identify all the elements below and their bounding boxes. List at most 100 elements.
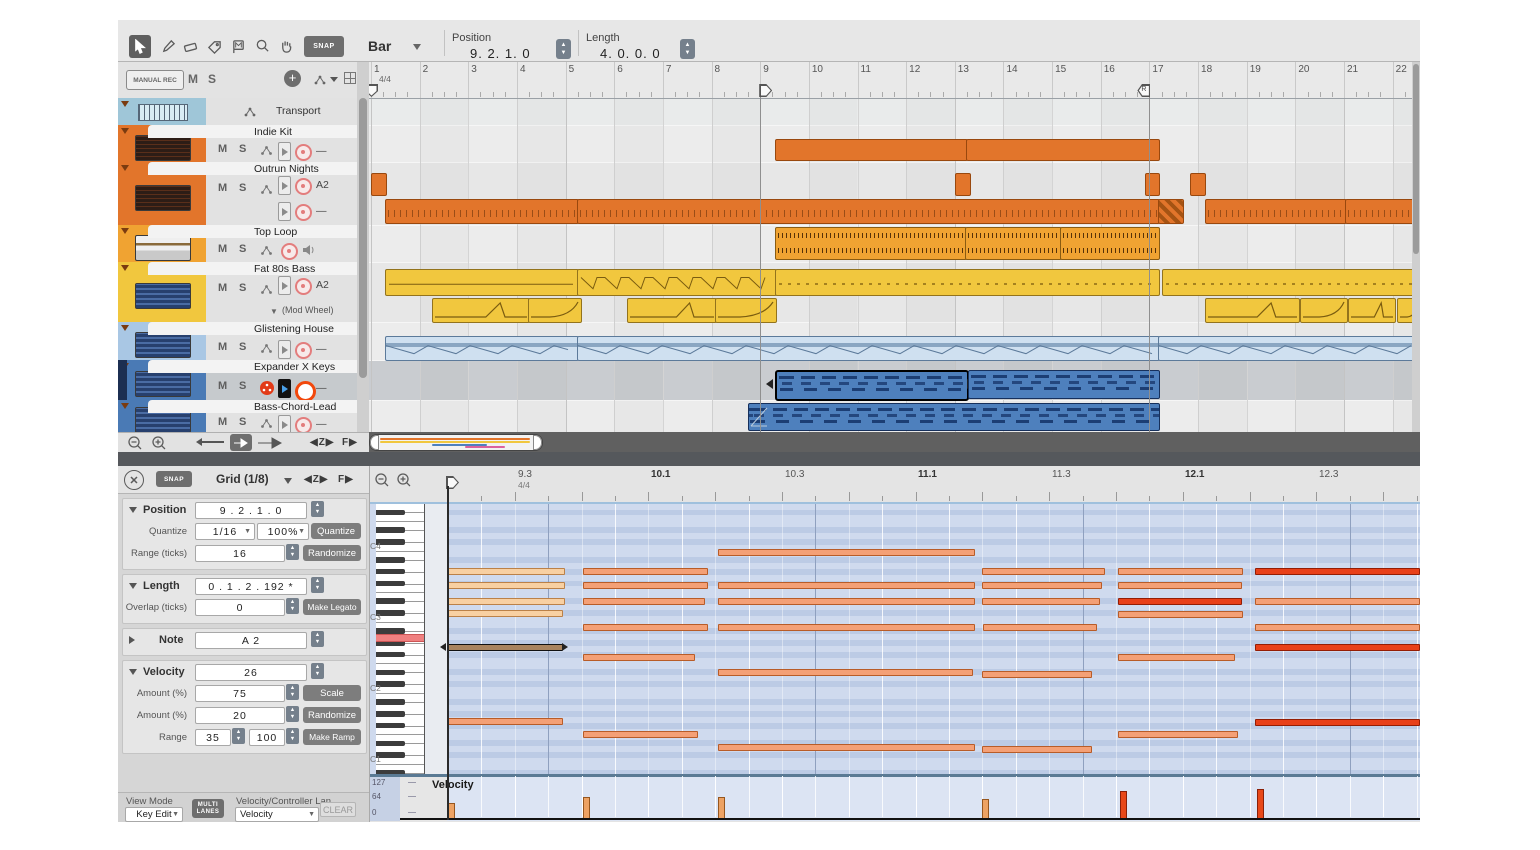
range-ticks-field[interactable]: 16 — [195, 545, 285, 562]
lane-key-value[interactable]: A2 — [316, 279, 329, 291]
clip-indie-kit[interactable] — [775, 139, 968, 161]
clip-outrun-lane2[interactable] — [1345, 199, 1412, 224]
collapse-arrow-icon[interactable] — [121, 325, 129, 331]
velocity-field[interactable]: 26 — [195, 664, 307, 681]
view-mode-dropdown[interactable]: Key Edit▼ — [125, 807, 183, 822]
position-value[interactable]: 9. 2. 1. 0 — [470, 46, 531, 61]
snap-unit-dropdown[interactable]: Bar — [368, 38, 391, 54]
record-arm-button[interactable] — [295, 381, 316, 402]
clip-top-loop[interactable] — [775, 227, 967, 260]
lane-play-button[interactable] — [278, 142, 291, 161]
range-ticks-stepper[interactable]: ▲▼ — [286, 544, 299, 560]
midi-note[interactable] — [718, 549, 975, 556]
song-position-line[interactable] — [760, 86, 761, 432]
lane-key-value[interactable]: — — [316, 145, 327, 157]
black-key[interactable] — [376, 699, 405, 705]
velocity-bar[interactable] — [1120, 791, 1127, 819]
clip-indie-kit[interactable] — [966, 139, 1160, 161]
midi-note[interactable] — [1118, 598, 1242, 605]
track-row-fat-80s-bass[interactable]: Fat 80s BassMSA2▼M✕▼(Mod Wheel)M✕ — [118, 262, 357, 323]
overlap-ticks-field[interactable]: 0 — [195, 599, 285, 616]
collapse-icon[interactable] — [129, 636, 135, 644]
clip-top-loop[interactable] — [965, 227, 1062, 260]
solo-button[interactable]: S — [239, 182, 246, 194]
lane-play-button[interactable] — [278, 379, 291, 398]
zoom-in-button[interactable] — [151, 435, 167, 451]
note-field[interactable]: A 2 — [195, 632, 307, 649]
collapse-arrow-icon[interactable] — [121, 265, 129, 271]
left-locator-marker[interactable] — [369, 84, 378, 97]
clip-fat-lane2[interactable] — [715, 298, 777, 323]
zoom-out-button[interactable] — [127, 435, 143, 451]
arrangement-area[interactable]: 123456789101112131415161718192021224/4 R — [369, 62, 1412, 432]
lane-play-button[interactable] — [278, 276, 291, 295]
clip-outrun-lane2[interactable] — [1158, 199, 1184, 224]
midi-note[interactable] — [982, 582, 1102, 589]
mute-button[interactable]: M — [218, 282, 227, 294]
manual-rec-button[interactable]: MANUAL REC — [126, 70, 184, 90]
clip-fat-lane2[interactable] — [528, 298, 582, 323]
black-key[interactable] — [376, 598, 405, 604]
midi-note[interactable] — [583, 624, 708, 631]
black-key[interactable] — [376, 569, 405, 575]
black-key[interactable] — [376, 652, 405, 658]
zoom-f-control[interactable]: F▶ — [342, 437, 358, 448]
clip-fat-lane2[interactable] — [1397, 298, 1412, 323]
hand-tool[interactable] — [275, 35, 297, 58]
track-row-outrun-nights[interactable]: Outrun NightsMSA2▼M✕—▼M✕ — [118, 162, 357, 226]
collapse-icon[interactable] — [129, 583, 137, 589]
clip-outrun-lane1[interactable] — [1145, 173, 1160, 196]
arrangement-scrollbar[interactable] — [1412, 62, 1420, 432]
midi-note[interactable] — [1118, 568, 1243, 575]
mute-button[interactable]: M — [218, 182, 227, 194]
clip-fat-lane1[interactable] — [385, 269, 579, 296]
black-key[interactable] — [376, 527, 405, 533]
magnify-tool[interactable] — [251, 35, 273, 58]
black-key[interactable] — [376, 723, 405, 729]
make-ramp-button[interactable]: Make Ramp — [303, 729, 361, 745]
lanes-icon[interactable] — [260, 417, 273, 430]
length-stepper[interactable]: ▲▼ — [680, 39, 695, 59]
record-icon[interactable] — [281, 243, 298, 260]
right-locator-line[interactable] — [1149, 86, 1150, 432]
lanes-alert-icon[interactable] — [260, 381, 274, 395]
position-field-stepper[interactable]: ▲▼ — [311, 501, 324, 517]
midi-note[interactable] — [448, 568, 565, 575]
note-resize-left-handle[interactable] — [440, 643, 446, 651]
editor-zoom-in-icon[interactable] — [396, 472, 412, 488]
editor-zoom-f[interactable]: F▶ — [338, 474, 354, 485]
selected-midi-note[interactable] — [448, 644, 563, 651]
clip-glistening-house[interactable] — [1158, 336, 1412, 361]
solo-button[interactable]: S — [239, 143, 246, 155]
lane-key-value[interactable]: A2 — [316, 179, 329, 191]
master-solo-button[interactable]: S — [208, 72, 216, 86]
midi-note[interactable] — [718, 669, 973, 676]
length-field[interactable]: 0 . 1 . 2 . 192 * — [195, 578, 307, 595]
range-high-stepper[interactable]: ▲▼ — [286, 728, 299, 744]
note-resize-right-handle[interactable] — [562, 643, 568, 651]
midi-note[interactable] — [583, 568, 708, 575]
mute-button[interactable]: M — [218, 380, 227, 392]
mute-button[interactable]: M — [218, 243, 227, 255]
midi-note[interactable] — [982, 746, 1092, 753]
black-key[interactable] — [376, 628, 405, 634]
clip-fat-lane2[interactable] — [627, 298, 717, 323]
track-row-indie-kit[interactable]: Indie KitMS—▼M✕ — [118, 125, 357, 163]
midi-note[interactable] — [448, 598, 565, 605]
collapse-arrow-icon[interactable] — [121, 101, 129, 107]
song-overview[interactable] — [369, 434, 543, 451]
multi-lanes-button[interactable]: MULTILANES — [192, 799, 224, 818]
clip-expander-x-keys[interactable] — [775, 370, 969, 401]
range-high-field[interactable]: 100 — [249, 729, 285, 746]
midi-note[interactable] — [583, 731, 698, 738]
clip-fat-lane1[interactable] — [775, 269, 1160, 296]
follow-center-button[interactable] — [230, 434, 252, 451]
record-arm-button[interactable] — [295, 204, 312, 221]
clip-top-loop[interactable] — [1060, 227, 1160, 260]
clip-expander-x-keys[interactable] — [968, 370, 1160, 399]
solo-button[interactable]: S — [239, 416, 246, 428]
snap-button[interactable]: SNAP — [304, 36, 344, 57]
velocity-bar[interactable] — [583, 797, 590, 819]
end-marker[interactable]: R — [1137, 84, 1150, 97]
black-key[interactable] — [376, 510, 405, 516]
